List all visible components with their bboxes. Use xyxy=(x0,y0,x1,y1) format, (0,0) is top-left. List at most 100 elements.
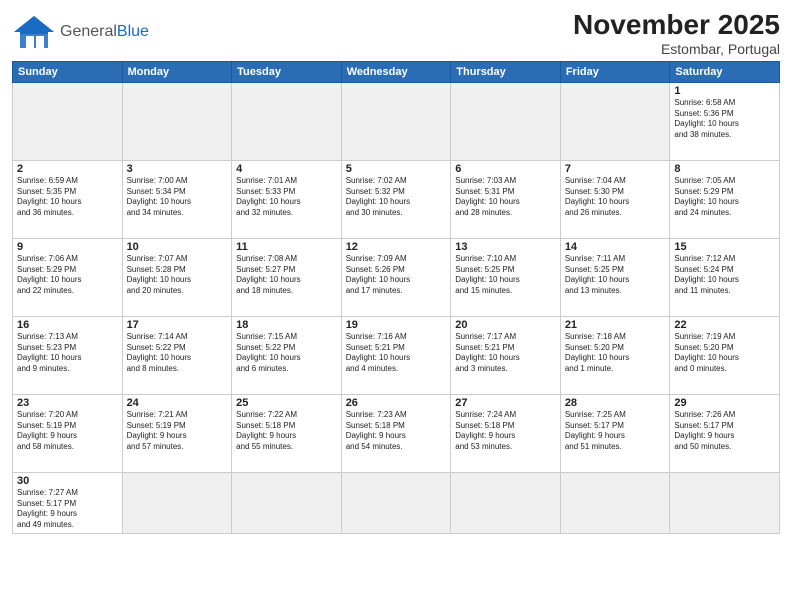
day-number: 7 xyxy=(565,163,666,175)
day-number: 29 xyxy=(674,397,775,409)
table-row: 26Sunrise: 7:23 AM Sunset: 5:18 PM Dayli… xyxy=(341,394,451,472)
table-row xyxy=(560,82,670,160)
day-info: Sunrise: 7:19 AM Sunset: 5:20 PM Dayligh… xyxy=(674,332,775,375)
day-info: Sunrise: 7:25 AM Sunset: 5:17 PM Dayligh… xyxy=(565,410,666,453)
day-number: 15 xyxy=(674,241,775,253)
table-row: 11Sunrise: 7:08 AM Sunset: 5:27 PM Dayli… xyxy=(232,238,342,316)
day-number: 4 xyxy=(236,163,337,175)
day-info: Sunrise: 7:20 AM Sunset: 5:19 PM Dayligh… xyxy=(17,410,118,453)
table-row: 2Sunrise: 6:59 AM Sunset: 5:35 PM Daylig… xyxy=(13,160,123,238)
day-info: Sunrise: 7:22 AM Sunset: 5:18 PM Dayligh… xyxy=(236,410,337,453)
location: Estombar, Portugal xyxy=(573,41,780,57)
table-row: 29Sunrise: 7:26 AM Sunset: 5:17 PM Dayli… xyxy=(670,394,780,472)
table-row: 8Sunrise: 7:05 AM Sunset: 5:29 PM Daylig… xyxy=(670,160,780,238)
day-number: 8 xyxy=(674,163,775,175)
day-number: 5 xyxy=(346,163,447,175)
table-row: 23Sunrise: 7:20 AM Sunset: 5:19 PM Dayli… xyxy=(13,394,123,472)
day-info: Sunrise: 7:05 AM Sunset: 5:29 PM Dayligh… xyxy=(674,176,775,219)
day-number: 19 xyxy=(346,319,447,331)
table-row: 16Sunrise: 7:13 AM Sunset: 5:23 PM Dayli… xyxy=(13,316,123,394)
day-info: Sunrise: 7:09 AM Sunset: 5:26 PM Dayligh… xyxy=(346,254,447,297)
table-row: 5Sunrise: 7:02 AM Sunset: 5:32 PM Daylig… xyxy=(341,160,451,238)
table-row: 28Sunrise: 7:25 AM Sunset: 5:17 PM Dayli… xyxy=(560,394,670,472)
col-sunday: Sunday xyxy=(13,61,123,82)
table-row xyxy=(341,472,451,533)
day-info: Sunrise: 7:27 AM Sunset: 5:17 PM Dayligh… xyxy=(17,488,118,531)
table-row: 25Sunrise: 7:22 AM Sunset: 5:18 PM Dayli… xyxy=(232,394,342,472)
day-number: 25 xyxy=(236,397,337,409)
day-info: Sunrise: 7:21 AM Sunset: 5:19 PM Dayligh… xyxy=(127,410,228,453)
table-row: 17Sunrise: 7:14 AM Sunset: 5:22 PM Dayli… xyxy=(122,316,232,394)
day-info: Sunrise: 7:10 AM Sunset: 5:25 PM Dayligh… xyxy=(455,254,556,297)
day-info: Sunrise: 6:59 AM Sunset: 5:35 PM Dayligh… xyxy=(17,176,118,219)
table-row: 22Sunrise: 7:19 AM Sunset: 5:20 PM Dayli… xyxy=(670,316,780,394)
table-row xyxy=(232,472,342,533)
day-number: 11 xyxy=(236,241,337,253)
day-number: 9 xyxy=(17,241,118,253)
day-info: Sunrise: 7:14 AM Sunset: 5:22 PM Dayligh… xyxy=(127,332,228,375)
col-friday: Friday xyxy=(560,61,670,82)
month-title: November 2025 xyxy=(573,10,780,41)
col-tuesday: Tuesday xyxy=(232,61,342,82)
day-number: 21 xyxy=(565,319,666,331)
day-number: 26 xyxy=(346,397,447,409)
day-number: 22 xyxy=(674,319,775,331)
day-number: 17 xyxy=(127,319,228,331)
day-number: 30 xyxy=(17,475,118,487)
day-info: Sunrise: 7:24 AM Sunset: 5:18 PM Dayligh… xyxy=(455,410,556,453)
table-row: 24Sunrise: 7:21 AM Sunset: 5:19 PM Dayli… xyxy=(122,394,232,472)
day-info: Sunrise: 7:13 AM Sunset: 5:23 PM Dayligh… xyxy=(17,332,118,375)
col-saturday: Saturday xyxy=(670,61,780,82)
table-row: 12Sunrise: 7:09 AM Sunset: 5:26 PM Dayli… xyxy=(341,238,451,316)
table-row: 4Sunrise: 7:01 AM Sunset: 5:33 PM Daylig… xyxy=(232,160,342,238)
table-row: 6Sunrise: 7:03 AM Sunset: 5:31 PM Daylig… xyxy=(451,160,561,238)
day-number: 20 xyxy=(455,319,556,331)
table-row xyxy=(122,472,232,533)
table-row: 3Sunrise: 7:00 AM Sunset: 5:34 PM Daylig… xyxy=(122,160,232,238)
table-row xyxy=(13,82,123,160)
table-row xyxy=(451,472,561,533)
day-number: 2 xyxy=(17,163,118,175)
table-row: 19Sunrise: 7:16 AM Sunset: 5:21 PM Dayli… xyxy=(341,316,451,394)
table-row: 14Sunrise: 7:11 AM Sunset: 5:25 PM Dayli… xyxy=(560,238,670,316)
day-info: Sunrise: 7:08 AM Sunset: 5:27 PM Dayligh… xyxy=(236,254,337,297)
logo-text: GeneralBlue xyxy=(60,23,149,41)
col-wednesday: Wednesday xyxy=(341,61,451,82)
logo-general: General xyxy=(60,23,117,40)
table-row: 15Sunrise: 7:12 AM Sunset: 5:24 PM Dayli… xyxy=(670,238,780,316)
day-info: Sunrise: 7:23 AM Sunset: 5:18 PM Dayligh… xyxy=(346,410,447,453)
calendar-header-row: Sunday Monday Tuesday Wednesday Thursday… xyxy=(13,61,780,82)
day-info: Sunrise: 7:00 AM Sunset: 5:34 PM Dayligh… xyxy=(127,176,228,219)
logo-blue: Blue xyxy=(117,23,149,40)
calendar: Sunday Monday Tuesday Wednesday Thursday… xyxy=(12,61,780,534)
day-info: Sunrise: 7:15 AM Sunset: 5:22 PM Dayligh… xyxy=(236,332,337,375)
day-info: Sunrise: 7:11 AM Sunset: 5:25 PM Dayligh… xyxy=(565,254,666,297)
table-row: 27Sunrise: 7:24 AM Sunset: 5:18 PM Dayli… xyxy=(451,394,561,472)
day-number: 24 xyxy=(127,397,228,409)
table-row: 30Sunrise: 7:27 AM Sunset: 5:17 PM Dayli… xyxy=(13,472,123,533)
logo-icon xyxy=(12,14,56,50)
page: GeneralBlue November 2025 Estombar, Port… xyxy=(0,0,792,612)
table-row xyxy=(451,82,561,160)
col-thursday: Thursday xyxy=(451,61,561,82)
logo: GeneralBlue xyxy=(12,14,149,50)
day-number: 12 xyxy=(346,241,447,253)
table-row: 1Sunrise: 6:58 AM Sunset: 5:36 PM Daylig… xyxy=(670,82,780,160)
day-info: Sunrise: 7:02 AM Sunset: 5:32 PM Dayligh… xyxy=(346,176,447,219)
table-row xyxy=(670,472,780,533)
day-number: 18 xyxy=(236,319,337,331)
table-row xyxy=(560,472,670,533)
header: GeneralBlue November 2025 Estombar, Port… xyxy=(12,10,780,57)
day-info: Sunrise: 7:06 AM Sunset: 5:29 PM Dayligh… xyxy=(17,254,118,297)
day-info: Sunrise: 7:07 AM Sunset: 5:28 PM Dayligh… xyxy=(127,254,228,297)
table-row: 18Sunrise: 7:15 AM Sunset: 5:22 PM Dayli… xyxy=(232,316,342,394)
day-info: Sunrise: 7:26 AM Sunset: 5:17 PM Dayligh… xyxy=(674,410,775,453)
day-info: Sunrise: 7:01 AM Sunset: 5:33 PM Dayligh… xyxy=(236,176,337,219)
day-number: 14 xyxy=(565,241,666,253)
table-row: 10Sunrise: 7:07 AM Sunset: 5:28 PM Dayli… xyxy=(122,238,232,316)
day-number: 6 xyxy=(455,163,556,175)
day-info: Sunrise: 7:16 AM Sunset: 5:21 PM Dayligh… xyxy=(346,332,447,375)
day-info: Sunrise: 7:18 AM Sunset: 5:20 PM Dayligh… xyxy=(565,332,666,375)
table-row: 13Sunrise: 7:10 AM Sunset: 5:25 PM Dayli… xyxy=(451,238,561,316)
table-row xyxy=(122,82,232,160)
